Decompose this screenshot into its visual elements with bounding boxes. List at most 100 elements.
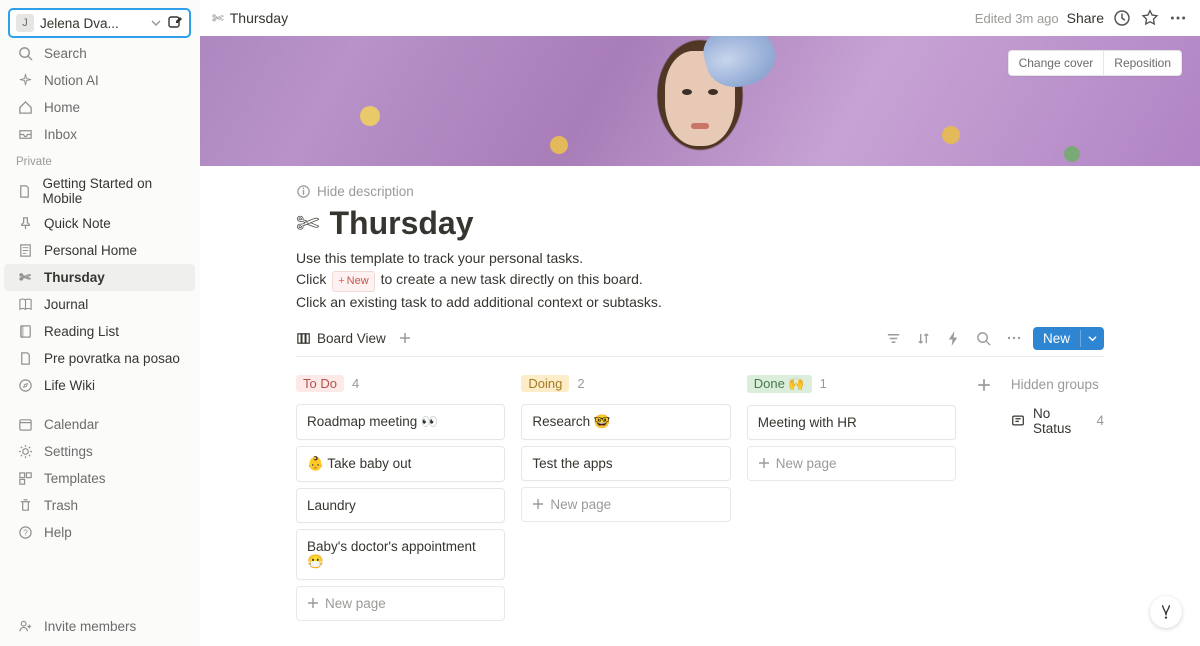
board-sidebar: Hidden groups No Status4 <box>1011 375 1104 621</box>
inbox-icon <box>16 127 34 142</box>
sidebar-label: Settings <box>44 444 93 459</box>
view-tab-board[interactable]: Board View <box>296 331 386 346</box>
board-card[interactable]: 👶 Take baby out <box>296 446 505 482</box>
automation-icon[interactable] <box>943 331 965 346</box>
sidebar-page-item[interactable]: Getting Started on Mobile <box>4 172 195 210</box>
cover-image[interactable]: Change cover Reposition <box>200 36 1200 166</box>
sidebar-page-item[interactable]: Pre povratka na posao <box>4 345 195 372</box>
hidden-groups-label[interactable]: Hidden groups <box>1011 377 1104 392</box>
scissors-icon: ✄ <box>212 10 224 27</box>
column-header[interactable]: To Do4 <box>296 375 505 392</box>
column-tag: Done 🙌 <box>747 375 812 393</box>
edited-timestamp: Edited 3m ago <box>975 11 1059 26</box>
sidebar-page-label: Life Wiki <box>44 378 95 393</box>
templates-icon <box>16 471 34 486</box>
column-count: 1 <box>820 376 827 391</box>
desc-line: Click +New to create a new task directly… <box>296 269 1104 292</box>
workspace-switcher[interactable]: J Jelena Dva... <box>8 8 191 38</box>
sidebar-page-item[interactable]: Life Wiki <box>4 372 195 399</box>
ai-fab[interactable] <box>1150 596 1182 628</box>
sidebar-page-label: Pre povratka na posao <box>44 351 180 366</box>
page-icon <box>16 351 34 366</box>
sidebar-page-label: Quick Note <box>44 216 111 231</box>
new-page-button[interactable]: New page <box>747 446 956 481</box>
more-icon[interactable] <box>1168 8 1188 28</box>
sidebar-item-invite[interactable]: Invite members <box>4 613 195 640</box>
clock-icon[interactable] <box>1112 8 1132 28</box>
sidebar-label: Templates <box>44 471 106 486</box>
reposition-button[interactable]: Reposition <box>1103 51 1181 75</box>
sidebar-label: Trash <box>44 498 78 513</box>
sidebar-item-inbox[interactable]: Inbox <box>4 121 195 148</box>
search-icon[interactable] <box>973 331 995 346</box>
sidebar-label: Notion AI <box>44 73 99 88</box>
column-tag: Doing <box>521 375 569 392</box>
sidebar-page-item[interactable]: ✄Thursday <box>4 264 195 291</box>
board-column: Done 🙌 1 Meeting with HR New page <box>747 375 956 621</box>
bookmark-icon <box>16 324 34 339</box>
page-title-row: ✄ Thursday <box>296 205 1104 242</box>
hide-description-label: Hide description <box>317 184 414 199</box>
sidebar-page-item[interactable]: Quick Note <box>4 210 195 237</box>
page-description[interactable]: Use this template to track your personal… <box>296 248 1104 313</box>
calendar-icon <box>16 417 34 432</box>
board-column: Doing2 Research 🤓 Test the apps New page <box>521 375 730 621</box>
board-column: To Do4 Roadmap meeting 👀 👶 Take baby out La… <box>296 375 505 621</box>
board-card[interactable]: Roadmap meeting 👀 <box>296 404 505 440</box>
sidebar-item-ai[interactable]: Notion AI <box>4 67 195 94</box>
sidebar-page-item[interactable]: Reading List <box>4 318 195 345</box>
book-icon <box>16 297 34 312</box>
sidebar-label: Calendar <box>44 417 99 432</box>
page-title[interactable]: Thursday <box>329 205 473 242</box>
share-button[interactable]: Share <box>1067 10 1104 26</box>
sidebar-item-trash[interactable]: Trash <box>4 492 195 519</box>
scissors-icon: ✄ <box>296 207 319 240</box>
sidebar-label: Search <box>44 46 87 61</box>
filter-icon[interactable] <box>883 331 905 346</box>
sidebar-item-home[interactable]: Home <box>4 94 195 121</box>
sort-icon[interactable] <box>913 331 935 346</box>
column-header[interactable]: Doing2 <box>521 375 730 392</box>
change-cover-button[interactable]: Change cover <box>1009 51 1104 75</box>
sidebar-item-templates[interactable]: Templates <box>4 465 195 492</box>
sidebar-item-search[interactable]: Search <box>4 40 195 67</box>
sidebar-label: Home <box>44 100 80 115</box>
desc-line: Click an existing task to add additional… <box>296 292 1104 313</box>
sidebar-page-item[interactable]: Personal Home <box>4 237 195 264</box>
chevron-down-icon[interactable] <box>1080 330 1104 347</box>
search-icon <box>16 46 34 61</box>
view-tab-label: Board View <box>317 331 386 346</box>
sidebar-item-settings[interactable]: Settings <box>4 438 195 465</box>
board-card[interactable]: Baby's doctor's appointment 😷 <box>296 529 505 580</box>
column-tag: To Do <box>296 375 344 392</box>
sidebar-page-label: Journal <box>44 297 88 312</box>
desc-line: Use this template to track your personal… <box>296 248 1104 269</box>
board-card[interactable]: Meeting with HR <box>747 405 956 440</box>
sidebar-private-label: Private <box>4 148 195 172</box>
sidebar-item-calendar[interactable]: Calendar <box>4 411 195 438</box>
compose-icon[interactable] <box>167 15 183 31</box>
hide-description-toggle[interactable]: Hide description <box>296 184 1104 199</box>
compass-icon <box>16 378 34 393</box>
board-card[interactable]: Research 🤓 <box>521 404 730 440</box>
add-view-button[interactable] <box>398 331 412 345</box>
content: Hide description ✄ Thursday Use this tem… <box>200 166 1200 646</box>
board-card[interactable]: Test the apps <box>521 446 730 481</box>
page-icon <box>16 184 33 199</box>
new-page-button[interactable]: New page <box>296 586 505 621</box>
gear-icon <box>16 444 34 459</box>
new-button[interactable]: New <box>1033 327 1104 350</box>
no-status-group[interactable]: No Status4 <box>1011 406 1104 436</box>
board-card[interactable]: Laundry <box>296 488 505 523</box>
pin-icon <box>16 216 34 231</box>
breadcrumb[interactable]: ✄ Thursday <box>212 10 288 27</box>
more-icon[interactable] <box>1003 330 1025 346</box>
new-page-button[interactable]: New page <box>521 487 730 522</box>
sidebar-page-label: Personal Home <box>44 243 137 258</box>
sidebar-page-item[interactable]: Journal <box>4 291 195 318</box>
column-header[interactable]: Done 🙌 1 <box>747 375 956 393</box>
sidebar-item-help[interactable]: ? Help <box>4 519 195 546</box>
star-icon[interactable] <box>1140 8 1160 28</box>
invite-icon <box>16 619 34 634</box>
add-column-button[interactable] <box>972 375 995 621</box>
